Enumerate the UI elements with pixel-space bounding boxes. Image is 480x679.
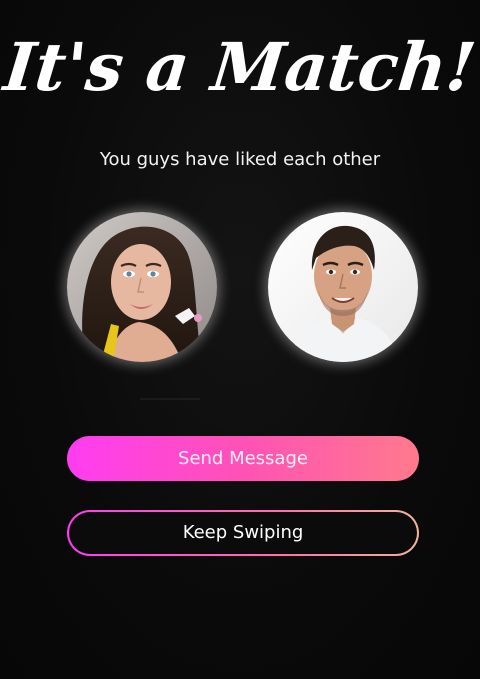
matched-user-photo [67, 212, 217, 362]
matched-user-avatar [67, 212, 217, 362]
current-user-avatar [268, 212, 418, 362]
divider [140, 398, 200, 400]
keep-swiping-button[interactable]: Keep Swiping [67, 510, 419, 556]
send-message-button[interactable]: Send Message [67, 436, 419, 481]
keep-swiping-label: Keep Swiping [69, 512, 417, 554]
match-screen: It's a Match! You guys have liked each o… [0, 0, 480, 679]
match-subtitle: You guys have liked each other [99, 149, 381, 170]
match-title: It's a Match! [0, 28, 480, 106]
current-user-photo [268, 212, 418, 362]
